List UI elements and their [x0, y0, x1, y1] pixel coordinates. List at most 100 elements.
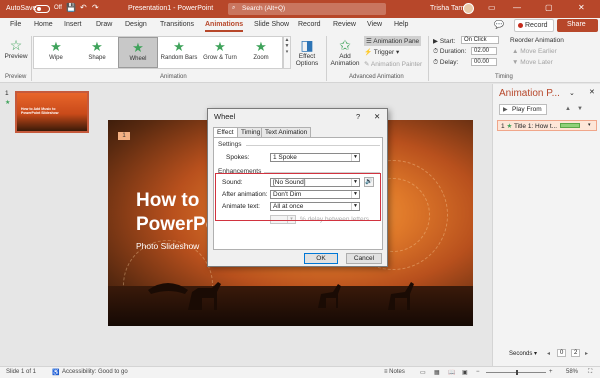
tab-help[interactable]: Help	[394, 21, 408, 28]
share-button[interactable]: Share	[557, 19, 598, 32]
delay-input[interactable]: 00.00	[471, 58, 497, 66]
animation-painter-button[interactable]: ✎ Animation Painter	[364, 60, 422, 68]
animation-gallery: ★ Wipe ★ Shape ★ Wheel ★ Random Bars ★ G…	[33, 36, 283, 69]
gallery-item-zoom[interactable]: ★ Zoom	[241, 37, 281, 68]
separator	[428, 36, 429, 81]
start-label: ▶ Start:	[433, 38, 456, 45]
timeline-page[interactable]: 0	[557, 349, 567, 357]
highlight-box	[215, 173, 381, 221]
advanced-group-label: Advanced Animation	[349, 74, 404, 80]
document-title: Presentation1 - PowerPoint	[128, 5, 214, 12]
divider	[246, 145, 380, 146]
collapse-icon[interactable]: ⌄	[569, 89, 575, 97]
tab-transitions[interactable]: Transitions	[160, 21, 194, 28]
slide-sorter-icon[interactable]: ▦	[434, 369, 440, 376]
dialog-close-button[interactable]: ✕	[374, 112, 380, 121]
fit-slide-icon[interactable]: ⛶	[588, 369, 592, 376]
timeline-next-icon[interactable]: ▸	[585, 350, 588, 357]
ok-button[interactable]: OK	[304, 253, 338, 264]
search-box[interactable]: ⌕ Search (Alt+Q)	[228, 3, 386, 15]
star-icon: ★	[50, 39, 62, 54]
start-dropdown[interactable]: On Click	[461, 36, 499, 44]
tab-slide-show[interactable]: Slide Show	[254, 21, 289, 28]
search-placeholder: Search (Alt+Q)	[242, 5, 286, 12]
tab-home[interactable]: Home	[34, 21, 53, 28]
save-icon[interactable]: 💾	[66, 3, 76, 12]
redo-icon[interactable]: ↷	[92, 3, 99, 12]
animation-pane: Animation P... ⌄ ✕ Play From ▲ ▼ 1 ★ Tit…	[492, 84, 600, 366]
spokes-label: Spokes:	[226, 154, 250, 161]
slide-thumbnail[interactable]: How to Add Music to PowerPoint Slideshow	[15, 91, 89, 133]
minimize-icon[interactable]: —	[513, 3, 521, 12]
move-up-icon[interactable]: ▲	[565, 106, 571, 112]
preview-label: Preview	[4, 53, 28, 60]
effect-options-button[interactable]: ◨ Effect Options	[292, 37, 322, 67]
timeline-prev-icon[interactable]: ◂	[547, 350, 550, 357]
notes-button[interactable]: ≡ Notes	[384, 369, 405, 375]
thumbnail-title: How to Add Music to PowerPoint Slideshow	[21, 107, 59, 115]
move-later-button[interactable]: ▼ Move Later	[512, 59, 553, 66]
ribbon-display-icon[interactable]: ▭	[488, 3, 496, 12]
tab-draw[interactable]: Draw	[96, 21, 112, 28]
delay-label: ⏱ Delay:	[433, 59, 459, 66]
star-icon: ★	[255, 39, 267, 54]
cancel-button[interactable]: Cancel	[346, 253, 382, 264]
close-pane-icon[interactable]: ✕	[589, 88, 595, 96]
seconds-dropdown[interactable]: Seconds ▾	[509, 350, 537, 357]
maximize-icon[interactable]: ▢	[545, 3, 553, 12]
timeline-page[interactable]: 2	[571, 349, 581, 357]
slide-title[interactable]: How to PowerPo	[136, 189, 217, 237]
move-down-icon[interactable]: ▼	[577, 106, 583, 112]
add-animation-icon: ✩	[339, 37, 351, 53]
autosave-state: Off	[54, 5, 62, 11]
tab-view[interactable]: View	[367, 21, 382, 28]
autosave-toggle[interactable]	[34, 5, 50, 13]
dropdown-icon[interactable]: ▾	[588, 122, 591, 128]
accessibility-status[interactable]: Accessibility: Good to go	[62, 369, 128, 375]
close-window-icon[interactable]: ✕	[578, 3, 585, 12]
zoom-level[interactable]: 58%	[566, 369, 578, 375]
reading-view-icon[interactable]: 📖	[448, 369, 455, 376]
ribbon: ☆ Preview Preview ★ Wipe ★ Shape ★ Wheel…	[0, 33, 600, 83]
effect-options-icon: ◨	[300, 37, 314, 53]
tab-review[interactable]: Review	[333, 21, 356, 28]
undo-icon[interactable]: ↶	[80, 3, 87, 12]
record-button[interactable]: Record	[514, 19, 554, 32]
gallery-item-shape[interactable]: ★ Shape	[77, 37, 117, 68]
search-icon: ⌕	[232, 5, 236, 11]
animation-pane-button[interactable]: ☰ Animation Pane	[364, 36, 422, 46]
duration-input[interactable]: 02.00	[471, 47, 497, 55]
tab-animations[interactable]: Animations	[205, 21, 244, 32]
zoom-out-icon[interactable]: −	[476, 369, 480, 375]
separator	[31, 36, 32, 81]
gallery-item-wheel[interactable]: ★ Wheel	[118, 37, 158, 68]
gallery-item-random-bars[interactable]: ★ Random Bars	[159, 37, 199, 68]
gallery-scroll[interactable]: ▲ ▼ ▾	[283, 36, 291, 69]
dialog-title: Wheel	[214, 112, 236, 121]
avatar[interactable]	[463, 3, 474, 14]
tab-file[interactable]: File	[10, 21, 21, 28]
tab-insert[interactable]: Insert	[64, 21, 82, 28]
gallery-item-wipe[interactable]: ★ Wipe	[36, 37, 76, 68]
tab-design[interactable]: Design	[125, 21, 147, 28]
normal-view-icon[interactable]: ▭	[420, 369, 426, 376]
preview-button[interactable]: ☆ Preview	[3, 37, 29, 60]
gallery-item-grow-turn[interactable]: ★ Grow & Turn	[200, 37, 240, 68]
zoom-slider-thumb[interactable]	[516, 370, 518, 375]
accessibility-icon[interactable]: ♿	[52, 369, 59, 376]
animation-pane-title: Animation P...	[499, 88, 560, 99]
tab-text-animation[interactable]: Text Animation	[261, 127, 312, 137]
slideshow-view-icon[interactable]: ▣	[462, 369, 468, 376]
move-earlier-button[interactable]: ▲ Move Earlier	[512, 48, 557, 55]
add-animation-button[interactable]: ✩ Add Animation	[330, 37, 360, 67]
tab-record[interactable]: Record	[298, 21, 321, 28]
status-bar: Slide 1 of 1 ♿ Accessibility: Good to go…	[0, 366, 600, 378]
play-from-button[interactable]: Play From	[499, 104, 547, 115]
animation-list-item[interactable]: 1 ★ Title 1: How t... ▾	[497, 120, 597, 131]
help-button[interactable]: ?	[356, 112, 360, 121]
animation-star-icon: ★	[5, 100, 11, 106]
zoom-in-icon[interactable]: +	[549, 369, 553, 375]
trigger-button[interactable]: ⚡ Trigger ▾	[364, 48, 399, 56]
comments-icon[interactable]: 💬	[494, 20, 504, 29]
spokes-select[interactable]: 1 Spoke ▼	[270, 153, 360, 162]
